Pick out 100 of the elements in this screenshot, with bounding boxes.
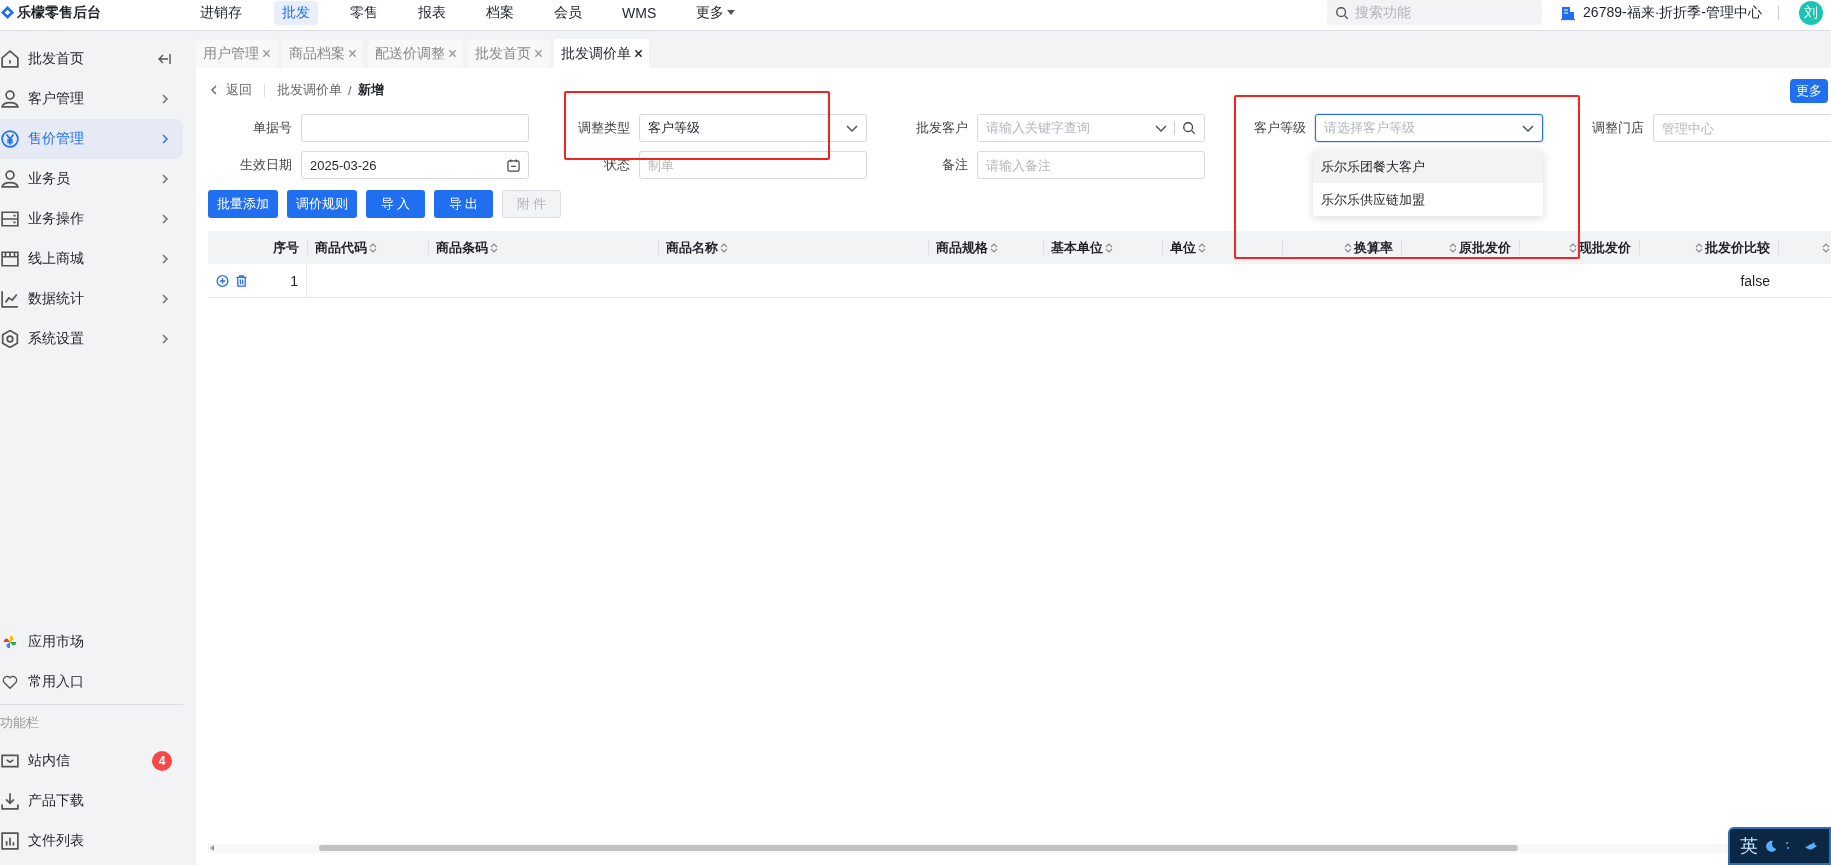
column-header: 商品规格	[936, 238, 988, 257]
ime-mode-label[interactable]: 英	[1740, 834, 1758, 858]
sort-icon[interactable]	[1822, 241, 1830, 254]
column-header: 批发价比较	[1705, 238, 1770, 257]
field-label: 生效日期	[239, 156, 292, 174]
download-icon	[1, 792, 19, 810]
sidebar-item[interactable]: 业务员	[0, 159, 183, 199]
chevron-left-icon[interactable]	[211, 85, 217, 95]
organization-name[interactable]: 26789-福来·折折季-管理中心	[1583, 3, 1762, 22]
action-button[interactable]: 调价规则	[287, 190, 357, 218]
scroll-left-icon[interactable]	[210, 845, 214, 851]
column-header: 原批发价	[1459, 238, 1511, 257]
delete-icon[interactable]	[235, 273, 248, 288]
text-field[interactable]	[301, 114, 529, 142]
table-cell: 1	[290, 272, 298, 289]
calendar-icon	[507, 158, 520, 172]
moon-icon[interactable]	[1764, 839, 1778, 853]
chevron-right-icon	[162, 134, 168, 144]
column-header: 基本单位	[1051, 238, 1103, 257]
storefront-icon	[1, 250, 19, 268]
sidebar-item[interactable]: 数据统计	[0, 279, 183, 319]
text-field[interactable]: 制单	[639, 151, 867, 179]
text-field[interactable]: 请输入备注	[977, 151, 1205, 179]
sort-icon[interactable]	[720, 241, 728, 254]
nav-item[interactable]: 批发	[274, 0, 318, 25]
sort-icon[interactable]	[1569, 241, 1577, 254]
mail-icon	[1, 752, 19, 770]
bar-chart-icon	[1, 832, 19, 850]
page-tab[interactable]: 配送价调整	[368, 39, 463, 68]
sort-icon[interactable]	[1449, 241, 1457, 254]
server-icon	[1, 210, 19, 228]
back-link[interactable]: 返回	[226, 81, 252, 99]
search-icon	[1335, 5, 1350, 20]
column-header: 商品代码	[315, 238, 367, 257]
breadcrumb-link[interactable]: 批发调价单	[277, 81, 342, 99]
page-tab[interactable]: 商品档案	[282, 39, 363, 68]
sort-icon[interactable]	[1105, 241, 1113, 254]
sort-icon[interactable]	[490, 241, 498, 254]
sidebar-item[interactable]: 文件列表	[0, 821, 183, 861]
dropdown-option[interactable]: 乐尔乐团餐大客户	[1313, 150, 1543, 183]
close-icon[interactable]	[634, 49, 643, 58]
heart-icon	[1, 673, 19, 691]
settings-icon	[1, 330, 19, 348]
sidebar-item[interactable]: 系统设置	[0, 319, 183, 359]
sort-icon[interactable]	[369, 241, 377, 254]
ime-toolbar[interactable]: 英	[1728, 827, 1831, 865]
home-icon	[1, 50, 19, 68]
action-button[interactable]: 批量添加	[208, 190, 278, 218]
column-header: 换算率	[1354, 238, 1393, 257]
sidebar-item[interactable]: 线上商城	[0, 239, 183, 279]
sidebar-item[interactable]: 应用市场	[0, 622, 183, 662]
column-header: 商品条码	[436, 238, 488, 257]
sidebar-item[interactable]: 批发首页	[0, 39, 183, 79]
chevron-right-icon	[162, 94, 168, 104]
column-header: 商品名称	[666, 238, 718, 257]
app-title: 乐檬零售后台	[17, 3, 101, 22]
dropdown-option[interactable]: 乐尔乐供应链加盟	[1313, 183, 1543, 216]
nav-item[interactable]: 进销存	[192, 0, 250, 25]
add-icon[interactable]	[216, 273, 229, 288]
sort-icon[interactable]	[1198, 241, 1206, 254]
search-icon[interactable]	[1182, 121, 1196, 135]
field-label: 客户等级	[1253, 119, 1306, 137]
sidebar-item[interactable]: 常用入口	[0, 662, 183, 702]
chart-icon	[1, 290, 19, 308]
breadcrumb-current: 新增	[357, 81, 384, 99]
chevron-right-icon	[162, 214, 168, 224]
page-tab[interactable]: 批发首页	[468, 39, 549, 68]
sort-icon[interactable]	[1695, 241, 1703, 254]
nav-item[interactable]: 零售	[342, 0, 386, 25]
sidebar-item[interactable]: 客户管理	[0, 79, 183, 119]
page-tab[interactable]: 批发调价单	[554, 39, 649, 68]
collapse-icon[interactable]	[157, 53, 171, 65]
chevron-right-icon	[162, 174, 168, 184]
sidebar-item[interactable]: 产品下载	[0, 781, 183, 821]
action-button[interactable]: 导 入	[366, 190, 425, 218]
action-button[interactable]: 导 出	[434, 190, 493, 218]
nav-item[interactable]: 报表	[410, 0, 454, 25]
date-field[interactable]: 2025-03-26	[301, 151, 529, 179]
nav-item[interactable]: WMS	[614, 1, 665, 24]
sidebar-item[interactable]: 站内信 4	[0, 741, 183, 781]
text-field[interactable]: 管理中心	[1653, 114, 1831, 142]
nav-item[interactable]: 会员	[546, 0, 590, 25]
chevron-down-icon	[1522, 124, 1534, 132]
field-label: 批发客户	[915, 119, 968, 137]
field-label: 备注	[941, 156, 968, 174]
page-tab[interactable]: 用户管理	[196, 39, 277, 68]
horizontal-scrollbar[interactable]	[208, 844, 1728, 853]
chevron-right-icon	[162, 294, 168, 304]
nav-item[interactable]: 档案	[478, 0, 522, 25]
pinwheel-icon	[1, 633, 19, 651]
scrollbar-thumb[interactable]	[319, 845, 1518, 851]
column-header: 序号	[273, 238, 299, 257]
nav-item[interactable]: 更多	[688, 0, 744, 25]
more-button[interactable]: 更多	[1790, 79, 1828, 103]
field-label: 单据号	[252, 119, 292, 137]
select-field[interactable]: 客户等级	[639, 114, 867, 142]
sidebar-item[interactable]: 业务操作	[0, 199, 183, 239]
sort-icon[interactable]	[990, 241, 998, 254]
sort-icon[interactable]	[1344, 241, 1352, 254]
sidebar-item[interactable]: 售价管理	[0, 119, 183, 159]
